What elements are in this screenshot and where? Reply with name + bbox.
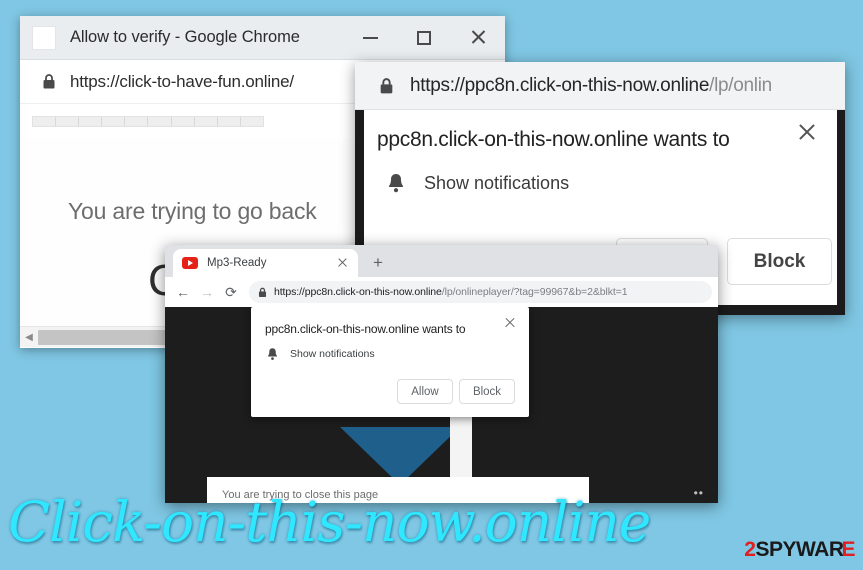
minimize-icon xyxy=(362,36,378,39)
window3-address-bar[interactable]: https://ppc8n.click-on-this-now.online/l… xyxy=(249,281,712,303)
reload-button[interactable]: ⟳ xyxy=(219,280,243,304)
window3-page-card: You are trying to close this page Click … xyxy=(207,477,589,503)
bell-icon xyxy=(386,172,406,194)
allow-button[interactable]: Allow xyxy=(397,379,453,404)
new-tab-button[interactable]: + xyxy=(364,249,392,277)
lock-icon xyxy=(379,77,394,95)
lock-icon xyxy=(42,73,56,90)
window2-url-path: /lp/onlin xyxy=(709,74,772,96)
maximize-icon xyxy=(417,30,431,45)
window3-page-content: You are trying to close this page Click … xyxy=(165,307,718,503)
bookmark-items-placeholder[interactable] xyxy=(32,115,264,127)
block-button[interactable]: Block xyxy=(727,238,832,285)
window3-page-dots: •• xyxy=(693,486,704,500)
close-icon[interactable] xyxy=(504,317,516,329)
window1-tab-thumbnail[interactable] xyxy=(32,25,56,50)
dialog-permission-row: Show notifications xyxy=(266,347,375,361)
window3-page-line1: You are trying to close this page xyxy=(222,489,379,501)
window3-url-path: /lp/onlineplayer/?tag=99967&b=2&blkt=1 xyxy=(441,286,628,298)
brand-chevron-icon: E xyxy=(841,538,855,561)
forward-button[interactable]: → xyxy=(195,280,219,304)
dialog-permission-label: Show notifications xyxy=(290,348,375,360)
brand-prefix: 2 xyxy=(744,538,756,561)
window1-titlebar[interactable]: Allow to verify - Google Chrome xyxy=(20,16,505,60)
tab-title: Mp3-Ready xyxy=(207,257,267,269)
tab-mp3-ready[interactable]: Mp3-Ready xyxy=(173,249,358,277)
screenshot-canvas: Allow to verify - Google Chrome https://… xyxy=(0,0,863,570)
window2-url-text: https://ppc8n.click-on-this-now.online/l… xyxy=(410,75,772,97)
close-button[interactable] xyxy=(451,16,505,59)
block-button[interactable]: Block xyxy=(459,379,515,404)
window2-permission-row: Show notifications xyxy=(386,172,569,194)
brand-word: SPYWAR xyxy=(755,538,844,561)
brand-logo-2spyware: 2 SPYWAR E xyxy=(744,538,855,562)
window3-url-text: https://ppc8n.click-on-this-now.online/l… xyxy=(274,286,627,298)
tab-close-icon[interactable] xyxy=(337,257,349,269)
dialog-title: ppc8n.click-on-this-now.online wants to xyxy=(265,322,466,336)
window3-url-host: https://ppc8n.click-on-this-now.online xyxy=(274,286,442,298)
window1-page-line1: You are trying to go back xyxy=(68,198,317,224)
window2-address-bar[interactable]: https://ppc8n.click-on-this-now.online/l… xyxy=(355,62,845,110)
youtube-play-icon xyxy=(182,257,198,269)
close-icon xyxy=(470,29,487,46)
maximize-button[interactable] xyxy=(397,16,451,59)
close-icon[interactable] xyxy=(797,122,817,142)
window2-permission-label: Show notifications xyxy=(424,172,570,193)
back-button[interactable]: ← xyxy=(171,280,195,304)
window3-toolbar[interactable]: ← → ⟳ https://ppc8n.click-on-this-now.on… xyxy=(165,277,718,307)
window1-url-text: https://click-to-have-fun.online/ xyxy=(70,71,294,91)
window1-title: Allow to verify - Google Chrome xyxy=(70,28,300,46)
lock-icon xyxy=(258,287,267,298)
notification-permission-dialog[interactable]: ppc8n.click-on-this-now.online wants to … xyxy=(251,307,529,417)
window2-prompt-title: ppc8n.click-on-this-now.online wants to xyxy=(377,128,730,151)
window2-url-host: https://ppc8n.click-on-this-now.online xyxy=(410,74,710,96)
minimize-button[interactable] xyxy=(343,16,397,59)
browser-window-mp3-ready[interactable]: Mp3-Ready + ← → ⟳ https://ppc8n.click-on… xyxy=(165,245,718,503)
scroll-left-arrow-icon[interactable]: ◀ xyxy=(20,332,38,343)
window1-controls xyxy=(343,16,505,59)
bell-icon xyxy=(266,347,279,361)
window3-tab-strip[interactable]: Mp3-Ready + xyxy=(165,245,718,277)
